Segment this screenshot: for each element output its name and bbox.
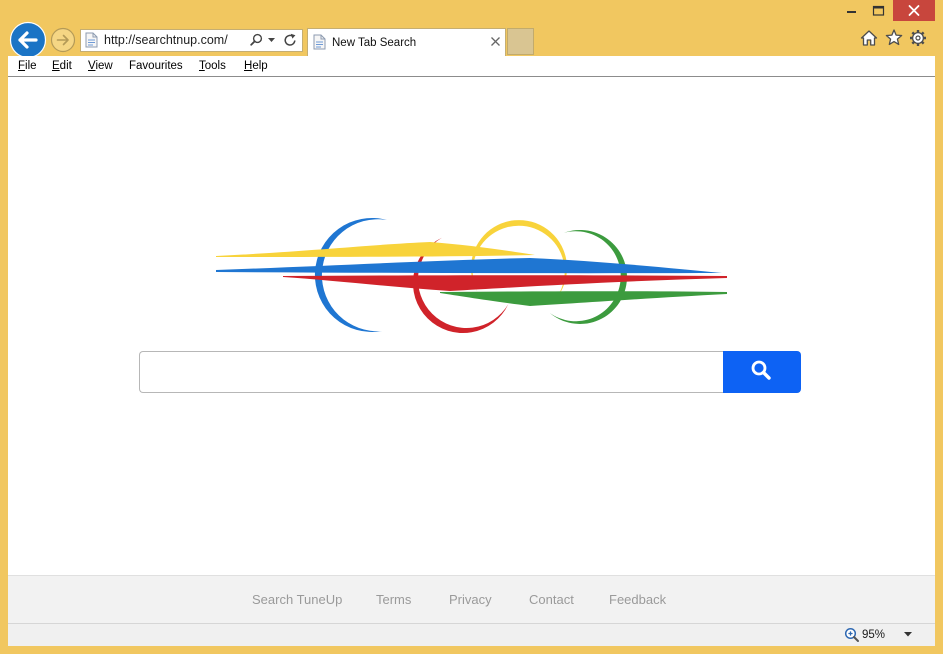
forward-button[interactable]: [50, 27, 76, 53]
menu-favourites[interactable]: Favourites: [129, 59, 183, 73]
page-icon: [313, 34, 326, 50]
favorites-button[interactable]: [885, 29, 903, 47]
menu-tools[interactable]: Tools: [199, 59, 226, 73]
menu-view[interactable]: View: [88, 59, 113, 73]
close-window-button[interactable]: [893, 0, 935, 21]
address-text[interactable]: http://searchtnup.com/: [104, 33, 228, 48]
footer-link-privacy[interactable]: Privacy: [449, 592, 492, 608]
site-logo: [216, 217, 727, 334]
menu-edit[interactable]: Edit: [52, 59, 72, 73]
zoom-icon: [844, 627, 859, 642]
close-icon: [908, 5, 920, 16]
chevron-down-icon[interactable]: [904, 632, 912, 637]
back-arrow-icon: [9, 21, 47, 59]
menu-file[interactable]: File: [18, 59, 37, 73]
logo-red-streak: [283, 275, 727, 291]
footer-link-terms[interactable]: Terms: [376, 592, 411, 608]
logo-blue-streak: [216, 258, 722, 274]
footer-link-search-tuneup[interactable]: Search TuneUp: [252, 592, 342, 608]
maximize-button[interactable]: [865, 0, 892, 21]
star-icon: [885, 29, 903, 46]
page-icon: [85, 32, 98, 48]
back-button[interactable]: [9, 21, 47, 59]
refresh-icon[interactable]: [283, 33, 297, 47]
gear-icon: [910, 30, 926, 46]
footer-link-feedback[interactable]: Feedback: [609, 592, 666, 608]
search-icon[interactable]: [250, 33, 263, 47]
tab-title: New Tab Search: [332, 37, 417, 49]
tools-button[interactable]: [909, 29, 927, 47]
footer-link-contact[interactable]: Contact: [529, 592, 574, 608]
search-button[interactable]: [723, 351, 801, 393]
minimize-icon: [847, 11, 856, 13]
logo-yellow-streak: [216, 242, 535, 257]
logo-green-streak: [440, 291, 727, 306]
search-input[interactable]: [139, 351, 724, 393]
home-button[interactable]: [860, 29, 878, 47]
close-icon[interactable]: [491, 37, 500, 46]
tab-new-tab-search[interactable]: New Tab Search: [307, 28, 506, 56]
minimize-button[interactable]: [838, 0, 865, 21]
page-content: [8, 77, 935, 575]
forward-arrow-icon: [50, 27, 76, 53]
new-tab-button[interactable]: [507, 28, 534, 55]
address-bar[interactable]: http://searchtnup.com/: [80, 29, 303, 52]
logo-blue-ring: [314, 217, 387, 332]
page-footer: Search TuneUp Terms Privacy Contact Feed…: [8, 575, 935, 623]
chevron-down-icon[interactable]: [268, 38, 275, 43]
menu-help[interactable]: Help: [244, 59, 268, 73]
status-bar: 95%: [8, 623, 935, 646]
search-icon: [751, 360, 771, 380]
home-icon: [860, 30, 878, 46]
zoom-level[interactable]: 95%: [862, 628, 885, 642]
menu-bar: File Edit View Favourites Tools Help: [8, 56, 935, 77]
maximize-icon: [872, 5, 885, 16]
